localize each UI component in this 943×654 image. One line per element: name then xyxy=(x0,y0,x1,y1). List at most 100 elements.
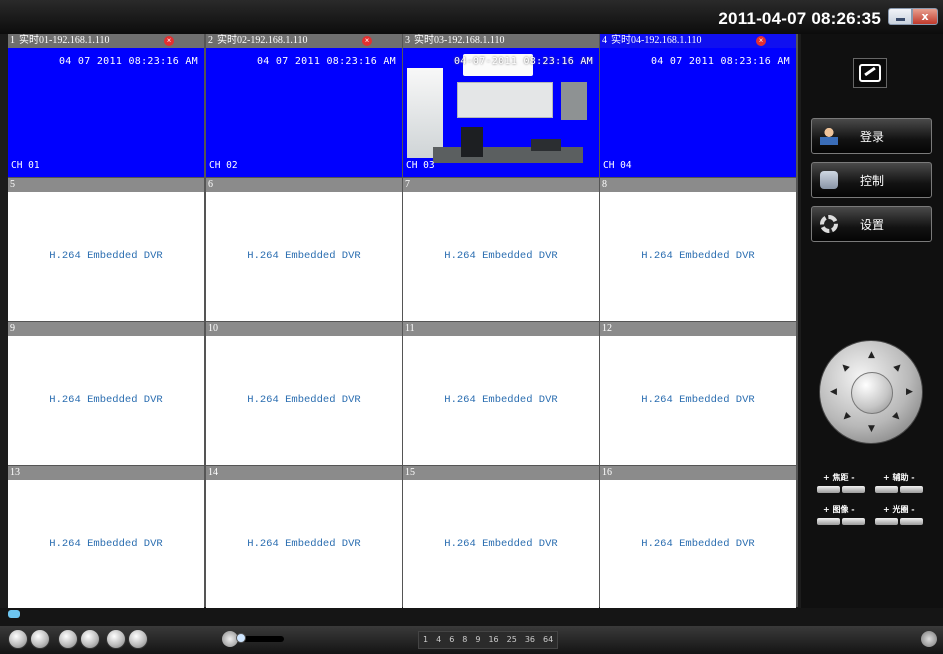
cell-header: 6 xyxy=(206,178,402,192)
video-cell-10[interactable]: 10 H.264 Embedded DVR xyxy=(206,322,402,465)
dvr-placeholder-text: H.264 Embedded DVR xyxy=(49,250,163,262)
close-icon[interactable]: × xyxy=(362,36,372,46)
ptz-joystick[interactable]: ▲ ▼ ◀ ▶ ▲ ▲ ▼ ▼ xyxy=(819,340,923,444)
cell-video: H.264 Embedded DVR xyxy=(8,480,204,609)
dvr-placeholder-text: H.264 Embedded DVR xyxy=(247,394,361,406)
video-cell-12[interactable]: 12 H.264 Embedded DVR xyxy=(600,322,796,465)
cell-number: 7 xyxy=(405,179,410,190)
camera-scene-pc xyxy=(461,127,483,157)
cell-video: H.264 Embedded DVR xyxy=(600,192,796,321)
cell-header: 9 xyxy=(8,322,204,336)
dvr-placeholder-text: H.264 Embedded DVR xyxy=(444,394,558,406)
cell-title: 实时02-192.168.1.110 xyxy=(217,35,308,46)
cell-number: 2 xyxy=(208,35,213,46)
volume-slider[interactable] xyxy=(240,636,284,642)
record-icon[interactable] xyxy=(58,629,78,649)
cell-header: 2 实时02-192.168.1.110 × xyxy=(206,34,402,48)
volume-knob[interactable] xyxy=(236,633,246,643)
cell-video: H.264 Embedded DVR xyxy=(206,336,402,465)
arrow-up-right-icon[interactable]: ▲ xyxy=(892,361,904,373)
logo-icon xyxy=(853,58,887,88)
arrow-up-left-icon[interactable]: ▲ xyxy=(839,361,851,373)
previous-icon[interactable] xyxy=(106,629,126,649)
split-option-16[interactable]: 16 xyxy=(484,632,502,648)
video-cell-15[interactable]: 15 H.264 Embedded DVR xyxy=(403,466,599,609)
fullscreen-icon[interactable] xyxy=(921,631,937,647)
cell-header: 4 实时04-192.168.1.110 × xyxy=(600,34,796,48)
arrow-up-icon[interactable]: ▲ xyxy=(868,351,875,360)
split-option-9[interactable]: 9 xyxy=(471,632,484,648)
cell-header: 16 xyxy=(600,466,796,480)
video-cell-14[interactable]: 14 H.264 Embedded DVR xyxy=(206,466,402,609)
arrow-down-left-icon[interactable]: ▼ xyxy=(840,411,852,423)
scroll-handle[interactable] xyxy=(8,610,20,618)
title-bar: 2011-04-07 08:26:35 x xyxy=(0,0,943,34)
control-button[interactable]: 控制 xyxy=(811,162,932,198)
video-cell-5[interactable]: 5 H.264 Embedded DVR xyxy=(8,178,204,321)
close-icon[interactable]: × xyxy=(756,36,766,46)
focus-buttons[interactable] xyxy=(817,486,865,493)
cell-video: H.264 Embedded DVR xyxy=(206,480,402,609)
video-cell-1[interactable]: 1 实时01-192.168.1.110 × 04 07 2011 08:23:16 … xyxy=(8,34,204,177)
datetime-display: 2011-04-07 08:26:35 xyxy=(718,9,881,28)
split-option-4[interactable]: 4 xyxy=(432,632,445,648)
minimize-button[interactable] xyxy=(888,8,912,25)
minimize-icon xyxy=(895,18,905,21)
camera-scene-win xyxy=(407,68,443,158)
dvr-placeholder-text: H.264 Embedded DVR xyxy=(641,250,755,262)
video-cell-16[interactable]: 16 H.264 Embedded DVR xyxy=(600,466,796,609)
video-cell-11[interactable]: 11 H.264 Embedded DVR xyxy=(403,322,599,465)
video-cell-6[interactable]: 6 H.264 Embedded DVR xyxy=(206,178,402,321)
close-button[interactable]: x xyxy=(912,8,938,25)
split-option-8[interactable]: 8 xyxy=(458,632,471,648)
split-option-64[interactable]: 64 xyxy=(539,632,557,648)
aux-label: + 辅助 - xyxy=(883,473,915,482)
capture-icon[interactable] xyxy=(80,629,100,649)
login-button[interactable]: 登录 xyxy=(811,118,932,154)
cell-title: 实时04-192.168.1.110 xyxy=(611,35,702,46)
video-cell-13[interactable]: 13 H.264 Embedded DVR xyxy=(8,466,204,609)
cell-number: 11 xyxy=(405,323,415,334)
arrow-down-right-icon[interactable]: ▼ xyxy=(891,411,903,423)
cell-header: 12 xyxy=(600,322,796,336)
arrow-left-icon[interactable]: ◀ xyxy=(830,388,837,397)
video-cell-8[interactable]: 8 H.264 Embedded DVR xyxy=(600,178,796,321)
stop-icon[interactable] xyxy=(30,629,50,649)
user-icon xyxy=(820,127,838,145)
cell-header: 1 实时01-192.168.1.110 × xyxy=(8,34,204,48)
arrow-down-icon[interactable]: ▼ xyxy=(868,425,875,434)
iris-buttons[interactable] xyxy=(875,518,923,525)
dvr-placeholder-text: H.264 Embedded DVR xyxy=(247,538,361,550)
channel-label: CH 04 xyxy=(603,160,632,171)
video-cell-2[interactable]: 2 实时02-192.168.1.110 × 04 07 2011 08:23:16 … xyxy=(206,34,402,177)
video-cell-3[interactable]: 3 实时03-192.168.1.110 04-07-2011 08:23:16 A… xyxy=(403,34,599,177)
cell-number: 12 xyxy=(602,323,612,334)
cell-header: 10 xyxy=(206,322,402,336)
split-option-1[interactable]: 1 xyxy=(419,632,432,648)
camera-scene-cab xyxy=(561,82,587,120)
joystick-center[interactable] xyxy=(851,372,893,414)
video-cell-9[interactable]: 9 H.264 Embedded DVR xyxy=(8,322,204,465)
osd-timestamp: 04 07 2011 08:23:16 AM xyxy=(58,56,198,67)
dvr-placeholder-text: H.264 Embedded DVR xyxy=(49,394,163,406)
video-cell-7[interactable]: 7 H.264 Embedded DVR xyxy=(403,178,599,321)
cell-video: H.264 Embedded DVR xyxy=(600,336,796,465)
cell-number: 9 xyxy=(10,323,15,334)
image-buttons[interactable] xyxy=(817,518,865,525)
split-option-6[interactable]: 6 xyxy=(445,632,458,648)
next-icon[interactable] xyxy=(128,629,148,649)
iris-label: + 光圈 - xyxy=(883,505,915,514)
arrow-right-icon[interactable]: ▶ xyxy=(906,388,913,397)
video-grid: 1 实时01-192.168.1.110 × 04 07 2011 08:23:16 … xyxy=(8,34,798,609)
cell-header: 5 xyxy=(8,178,204,192)
video-cell-4[interactable]: 4 实时04-192.168.1.110 × 04 07 2011 08:23:16 … xyxy=(600,34,796,177)
close-icon[interactable]: × xyxy=(164,36,174,46)
split-option-36[interactable]: 36 xyxy=(521,632,539,648)
settings-button[interactable]: 设置 xyxy=(811,206,932,242)
aux-buttons[interactable] xyxy=(875,486,923,493)
split-option-25[interactable]: 25 xyxy=(503,632,521,648)
osd-timestamp: 04 07 2011 08:23:16 AM xyxy=(650,56,790,67)
play-icon[interactable] xyxy=(8,629,28,649)
cell-video: H.264 Embedded DVR xyxy=(600,480,796,609)
cell-video: 04-07-2011 08:23:16 AM CH 03 xyxy=(403,48,599,177)
